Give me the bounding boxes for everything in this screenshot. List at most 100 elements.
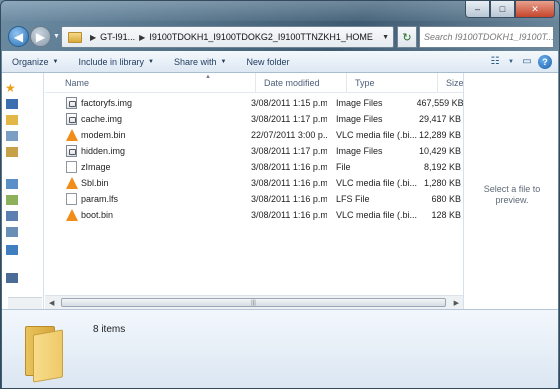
refresh-button[interactable]: ↻ [397,26,417,48]
new-folder-label: New folder [246,56,290,67]
chevron-down-icon: ▼ [52,58,59,65]
include-in-library-label: Include in library [78,56,145,67]
file-size: 1,280 KB [423,178,462,188]
file-type: LFS File [335,194,370,204]
scroll-right-icon[interactable]: ▶ [454,299,459,307]
file-row[interactable]: factoryfs.img 3/08/2011 1:15 p.m. Image … [45,95,463,111]
file-row[interactable]: cache.img 3/08/2011 1:17 p.m. Image File… [45,111,463,127]
address-dropdown-icon[interactable]: ▼ [378,34,393,41]
file-list: ▲ Name Date modified Type Size factoryfs… [45,73,463,309]
desktop-icon[interactable] [6,99,18,109]
include-in-library-button[interactable]: Include in library ▼ [68,51,163,73]
scrollbar-thumb[interactable]: ||| [61,298,446,307]
search-placeholder: Search I9100TDOKH1_I9100T... [424,32,554,42]
file-row[interactable]: param.lfs 3/08/2011 1:16 p.m. LFS File 6… [45,191,463,207]
column-header-size[interactable]: Size [438,73,463,93]
new-folder-button[interactable]: New folder [236,51,299,73]
preview-pane: Select a file to preview. [463,73,558,309]
recent-pages-dropdown-icon[interactable]: ▼ [53,33,60,40]
libraries-icon[interactable] [6,147,18,157]
vlc-icon [66,209,78,221]
command-bar: Organize ▼ Include in library ▼ Share with… [2,51,558,73]
file-type: VLC media file (.bi... [335,130,417,140]
pictures-icon[interactable] [6,211,18,221]
folder-icon [23,322,67,383]
image-file-icon [66,145,77,157]
file-row[interactable]: zImage 3/08/2011 1:16 p.m. File 8,192 KB [45,159,463,175]
share-with-label: Share with [173,56,217,67]
navigation-pane[interactable]: ★ [2,73,44,309]
file-size: 680 KB [431,194,462,204]
navigation-pane-scrollbar[interactable] [8,297,42,309]
file-size: 467,559 KB [416,98,464,108]
column-header-name[interactable]: Name [45,73,256,93]
file-date: 3/08/2011 1:16 p.m. [251,178,327,188]
caption-buttons: – □ ✕ [465,1,555,18]
file-size: 29,417 KB [418,114,462,124]
file-name: zImage [81,162,111,172]
change-view-icon[interactable]: ☷ [484,53,506,71]
videos-icon[interactable] [6,227,18,237]
file-rows: factoryfs.img 3/08/2011 1:15 p.m. Image … [45,95,463,223]
details-pane: 8 items [2,309,558,388]
column-header-type[interactable]: Type [347,73,438,93]
breadcrumb-item-current[interactable]: I9100TDOKH1_I9100TDOKG2_I9100TTNZKH1_HOM… [149,32,373,42]
file-row[interactable]: modem.bin 22/07/2011 3:00 p.... VLC medi… [45,127,463,143]
file-type: VLC media file (.bi... [335,210,417,220]
file-type: File [335,162,351,172]
back-button[interactable]: ◀ [8,26,29,47]
file-date: 3/08/2011 1:16 p.m. [251,162,327,172]
column-header-date-modified[interactable]: Date modified [256,73,347,93]
explorer-window: – □ ✕ ◀ ▶ ▼ ▶ GT-I91... ▶ I9100TDOKH1_I9… [0,0,560,389]
maximize-button[interactable]: □ [490,1,515,18]
column-headers: ▲ Name Date modified Type Size [45,73,463,93]
file-row[interactable]: boot.bin 3/08/2011 1:16 p.m. VLC media f… [45,207,463,223]
vlc-icon [66,177,78,189]
forward-button[interactable]: ▶ [30,26,51,47]
organize-button[interactable]: Organize ▼ [2,51,68,73]
back-arrow-icon: ◀ [13,29,24,44]
file-date: 3/08/2011 1:17 p.m. [251,146,327,156]
preview-message: Select a file to preview. [483,184,541,205]
recent-places-icon[interactable] [6,131,18,141]
preview-pane-icon[interactable]: ▭ [516,53,538,71]
file-name: param.lfs [81,194,119,204]
downloads-folder-icon[interactable] [6,115,18,125]
content-area: ★ ▲ Name Date modified Type Size factory… [2,73,558,309]
file-name: Sbl.bin [81,178,109,188]
refresh-icon: ↻ [402,31,412,44]
help-icon[interactable]: ? [538,54,552,69]
music-icon[interactable] [6,195,18,205]
vlc-icon [66,129,78,141]
close-button[interactable]: ✕ [515,1,555,18]
organize-label: Organize [12,56,49,67]
file-type: VLC media file (.bi... [335,178,417,188]
title-bar[interactable]: – □ ✕ [1,1,559,21]
share-with-button[interactable]: Share with ▼ [164,51,236,73]
file-row[interactable]: hidden.img 3/08/2011 1:17 p.m. Image Fil… [45,143,463,159]
file-size: 10,429 KB [418,146,462,156]
search-input[interactable]: Search I9100TDOKH1_I9100T... ⚲ [419,26,554,48]
view-options-dropdown-icon[interactable]: ▼ [506,53,516,71]
horizontal-scrollbar[interactable]: ◀ ||| ▶ [45,295,463,309]
file-size: 128 KB [431,210,462,220]
file-name: cache.img [81,114,123,124]
chevron-right-icon[interactable]: ▶ [90,33,96,42]
chevron-right-icon[interactable]: ▶ [139,33,145,42]
file-type: Image Files [335,114,383,124]
generic-file-icon [66,193,77,205]
minimize-button[interactable]: – [465,1,490,18]
breadcrumb-item[interactable]: GT-I91... [100,32,135,42]
file-name: boot.bin [81,210,114,220]
address-bar[interactable]: ▶ GT-I91... ▶ I9100TDOKH1_I9100TDOKG2_I9… [61,26,394,48]
file-row[interactable]: Sbl.bin 3/08/2011 1:16 p.m. VLC media fi… [45,175,463,191]
scroll-left-icon[interactable]: ◀ [49,299,54,307]
documents-icon[interactable] [6,179,18,189]
homegroup-icon[interactable] [6,245,18,255]
file-size: 12,289 KB [418,130,462,140]
file-size: 8,192 KB [423,162,462,172]
chevron-down-icon: ▼ [148,58,154,65]
favorites-star-icon[interactable]: ★ [5,81,19,95]
computer-icon[interactable] [6,273,18,283]
forward-arrow-icon: ▶ [35,29,46,44]
